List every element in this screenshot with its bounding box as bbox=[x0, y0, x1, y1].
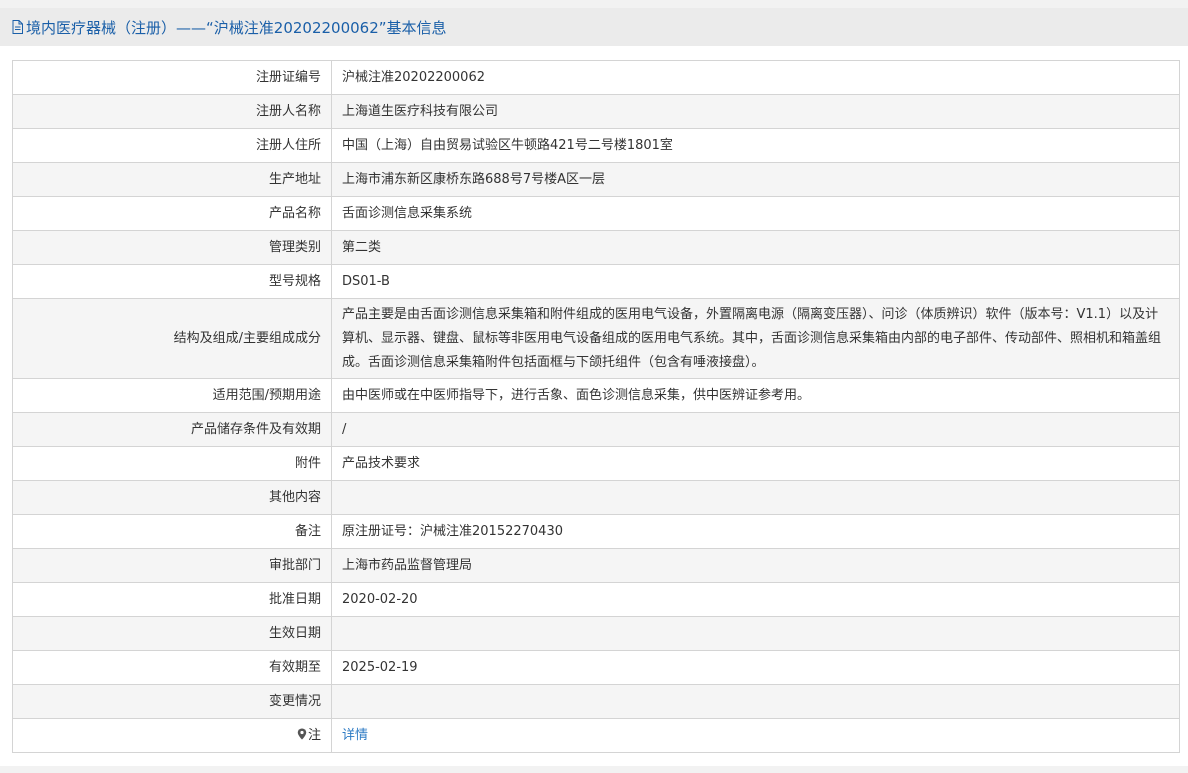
page-title: 境内医疗器械（注册）——“沪械注准20202200062”基本信息 bbox=[26, 18, 447, 37]
row-label-other-content: 其他内容 bbox=[12, 480, 332, 515]
table-row: 附件 产品技术要求 bbox=[12, 446, 1180, 481]
row-value-structure-composition: 产品主要是由舌面诊测信息采集箱和附件组成的医用电气设备，外置隔离电源（隔离变压器… bbox=[331, 298, 1180, 379]
row-label-product-name: 产品名称 bbox=[12, 196, 332, 231]
table-row: 批准日期 2020-02-20 bbox=[12, 582, 1180, 617]
note-label: 注 bbox=[307, 727, 321, 743]
row-label-registrant-name: 注册人名称 bbox=[12, 94, 332, 129]
table-row: 适用范围/预期用途 由中医师或在中医师指导下，进行舌象、面色诊测信息采集，供中医… bbox=[12, 378, 1180, 413]
table-row: 备注 原注册证号：沪械注准20152270430 bbox=[12, 514, 1180, 549]
row-label-effective-date: 生效日期 bbox=[12, 616, 332, 651]
document-icon bbox=[12, 20, 23, 34]
row-value-registration-number: 沪械注准20202200062 bbox=[331, 60, 1180, 95]
row-label-approval-date: 批准日期 bbox=[12, 582, 332, 617]
table-row: 产品名称 舌面诊测信息采集系统 bbox=[12, 196, 1180, 231]
page-title-bar: 境内医疗器械（注册）——“沪械注准20202200062”基本信息 bbox=[0, 8, 1188, 46]
row-value-approval-date: 2020-02-20 bbox=[331, 582, 1180, 617]
row-value-expiry-date: 2025-02-19 bbox=[331, 650, 1180, 685]
device-info-table: 注册证编号 沪械注准20202200062 注册人名称 上海道生医疗科技有限公司… bbox=[12, 60, 1180, 753]
row-label-note: 注 bbox=[12, 718, 332, 753]
table-row: 产品储存条件及有效期 / bbox=[12, 412, 1180, 447]
table-row: 审批部门 上海市药品监督管理局 bbox=[12, 548, 1180, 583]
row-value-production-address: 上海市浦东新区康桥东路688号7号楼A区一层 bbox=[331, 162, 1180, 197]
row-label-registration-number: 注册证编号 bbox=[12, 60, 332, 95]
details-link[interactable]: 详情 bbox=[342, 728, 368, 743]
row-label-management-class: 管理类别 bbox=[12, 230, 332, 265]
row-label-model-spec: 型号规格 bbox=[12, 264, 332, 299]
row-value-registrant-address: 中国（上海）自由贸易试验区牛顿路421号二号楼1801室 bbox=[331, 128, 1180, 163]
location-pin-icon bbox=[297, 728, 307, 740]
row-label-intended-use: 适用范围/预期用途 bbox=[12, 378, 332, 413]
table-row: 有效期至 2025-02-19 bbox=[12, 650, 1180, 685]
row-label-storage-validity: 产品储存条件及有效期 bbox=[12, 412, 332, 447]
table-row: 管理类别 第二类 bbox=[12, 230, 1180, 265]
row-value-other-content bbox=[331, 480, 1180, 515]
row-value-attachment: 产品技术要求 bbox=[331, 446, 1180, 481]
table-row: 生效日期 bbox=[12, 616, 1180, 651]
row-label-registrant-address: 注册人住所 bbox=[12, 128, 332, 163]
row-value-intended-use: 由中医师或在中医师指导下，进行舌象、面色诊测信息采集，供中医辨证参考用。 bbox=[331, 378, 1180, 413]
row-label-production-address: 生产地址 bbox=[12, 162, 332, 197]
row-value-note: 详情 bbox=[331, 718, 1180, 753]
row-value-approval-department: 上海市药品监督管理局 bbox=[331, 548, 1180, 583]
row-label-attachment: 附件 bbox=[12, 446, 332, 481]
table-row: 注册证编号 沪械注准20202200062 bbox=[12, 60, 1180, 95]
row-label-remarks: 备注 bbox=[12, 514, 332, 549]
row-value-product-name: 舌面诊测信息采集系统 bbox=[331, 196, 1180, 231]
table-row: 其他内容 bbox=[12, 480, 1180, 515]
row-value-management-class: 第二类 bbox=[331, 230, 1180, 265]
row-value-model-spec: DS01-B bbox=[331, 264, 1180, 299]
table-row: 注册人名称 上海道生医疗科技有限公司 bbox=[12, 94, 1180, 129]
page-frame: 境内医疗器械（注册）——“沪械注准20202200062”基本信息 注册证编号 … bbox=[0, 8, 1188, 766]
row-label-change-status: 变更情况 bbox=[12, 684, 332, 719]
row-label-structure-composition: 结构及组成/主要组成成分 bbox=[12, 298, 332, 379]
row-value-storage-validity: / bbox=[331, 412, 1180, 447]
row-label-approval-department: 审批部门 bbox=[12, 548, 332, 583]
row-value-effective-date bbox=[331, 616, 1180, 651]
table-row: 变更情况 bbox=[12, 684, 1180, 719]
row-value-registrant-name: 上海道生医疗科技有限公司 bbox=[331, 94, 1180, 129]
row-value-remarks: 原注册证号：沪械注准20152270430 bbox=[331, 514, 1180, 549]
row-value-change-status bbox=[331, 684, 1180, 719]
row-label-expiry-date: 有效期至 bbox=[12, 650, 332, 685]
table-row: 注 详情 bbox=[12, 718, 1180, 753]
table-row: 型号规格 DS01-B bbox=[12, 264, 1180, 299]
table-row: 生产地址 上海市浦东新区康桥东路688号7号楼A区一层 bbox=[12, 162, 1180, 197]
table-row: 注册人住所 中国（上海）自由贸易试验区牛顿路421号二号楼1801室 bbox=[12, 128, 1180, 163]
table-row: 结构及组成/主要组成成分 产品主要是由舌面诊测信息采集箱和附件组成的医用电气设备… bbox=[12, 298, 1180, 379]
